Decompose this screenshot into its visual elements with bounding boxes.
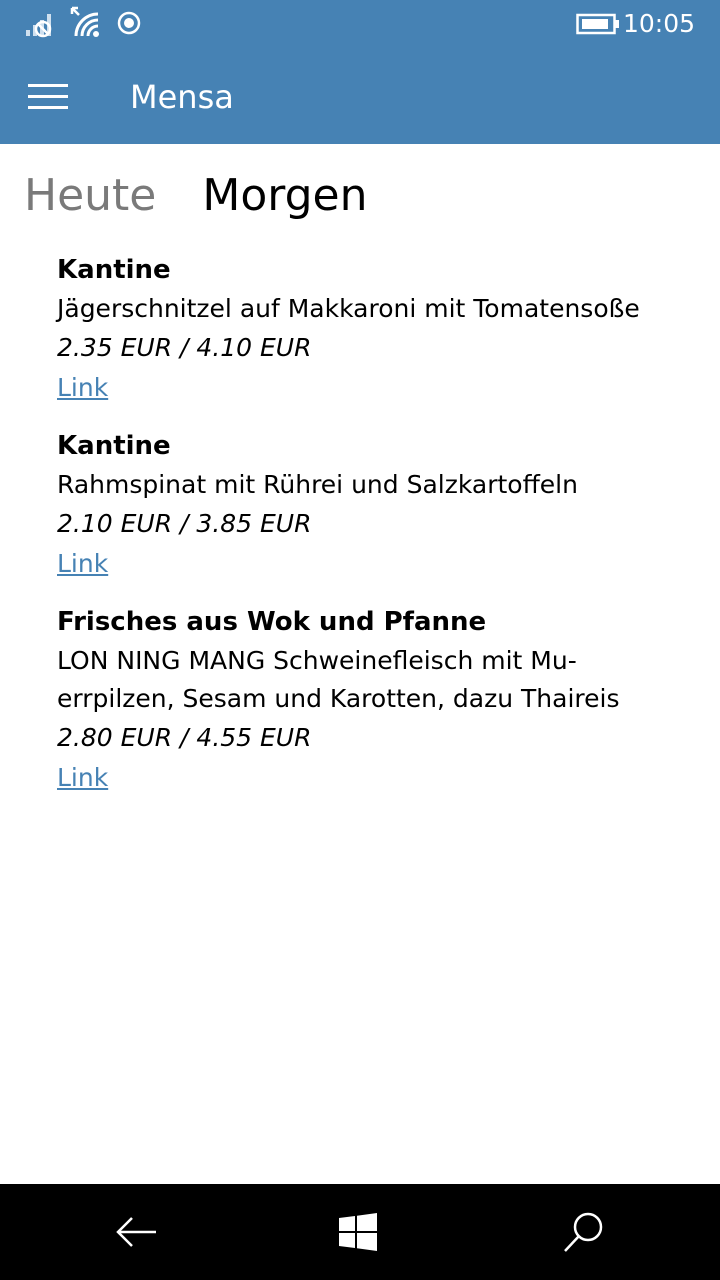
windows-start-icon <box>339 1213 377 1251</box>
signal-off-icon <box>24 10 58 44</box>
location-icon <box>116 10 142 40</box>
navigation-bar <box>0 1184 720 1280</box>
battery-icon <box>576 13 620 39</box>
back-arrow-icon <box>116 1217 156 1247</box>
menu-item-location: Kantine <box>57 431 171 461</box>
tab-morgen[interactable]: Morgen <box>202 168 367 224</box>
hamburger-menu-icon[interactable] <box>24 82 72 112</box>
menu-item: Kantine Rahmspinat mit Rührei und Salzka… <box>57 426 697 584</box>
menu-item: Kantine Jägerschnitzel auf Makkaroni mit… <box>57 250 697 408</box>
app-title: Mensa <box>130 78 234 116</box>
menu-item-price: 2.10 EUR / 3.85 EUR <box>57 509 312 538</box>
search-button[interactable] <box>524 1184 644 1280</box>
status-time: 10:05 <box>622 9 695 38</box>
pivot-tabs: Heute Morgen <box>24 168 413 228</box>
wifi-icon <box>68 6 102 42</box>
menu-item-link[interactable]: Link <box>57 544 108 584</box>
status-bar: 10:05 <box>0 0 720 48</box>
app-bar: Mensa <box>0 48 720 144</box>
menu-list: Kantine Jägerschnitzel auf Makkaroni mit… <box>57 250 697 816</box>
menu-item-location: Kantine <box>57 255 171 285</box>
menu-item-price: 2.35 EUR / 4.10 EUR <box>57 333 312 362</box>
search-icon <box>564 1212 603 1252</box>
menu-item-dish: Rahmspinat mit Rührei und Salzkartoffeln <box>57 470 578 499</box>
menu-item: Frisches aus Wok und Pfanne LON NING MAN… <box>57 602 697 798</box>
menu-item-dish: Jägerschnitzel auf Makkaroni mit Tomaten… <box>57 294 640 323</box>
start-button[interactable] <box>298 1184 418 1280</box>
back-button[interactable] <box>76 1184 196 1280</box>
menu-item-link[interactable]: Link <box>57 758 108 798</box>
menu-item-dish-line2: errpilzen, Sesam und Karotten, dazu Thai… <box>57 684 620 713</box>
menu-item-link[interactable]: Link <box>57 368 108 408</box>
menu-item-price: 2.80 EUR / 4.55 EUR <box>57 723 312 752</box>
menu-item-dish-line1: LON NING MANG Schweinefleisch mit Mu- <box>57 646 577 675</box>
menu-item-location: Frisches aus Wok und Pfanne <box>57 607 487 637</box>
tab-heute[interactable]: Heute <box>24 168 156 224</box>
